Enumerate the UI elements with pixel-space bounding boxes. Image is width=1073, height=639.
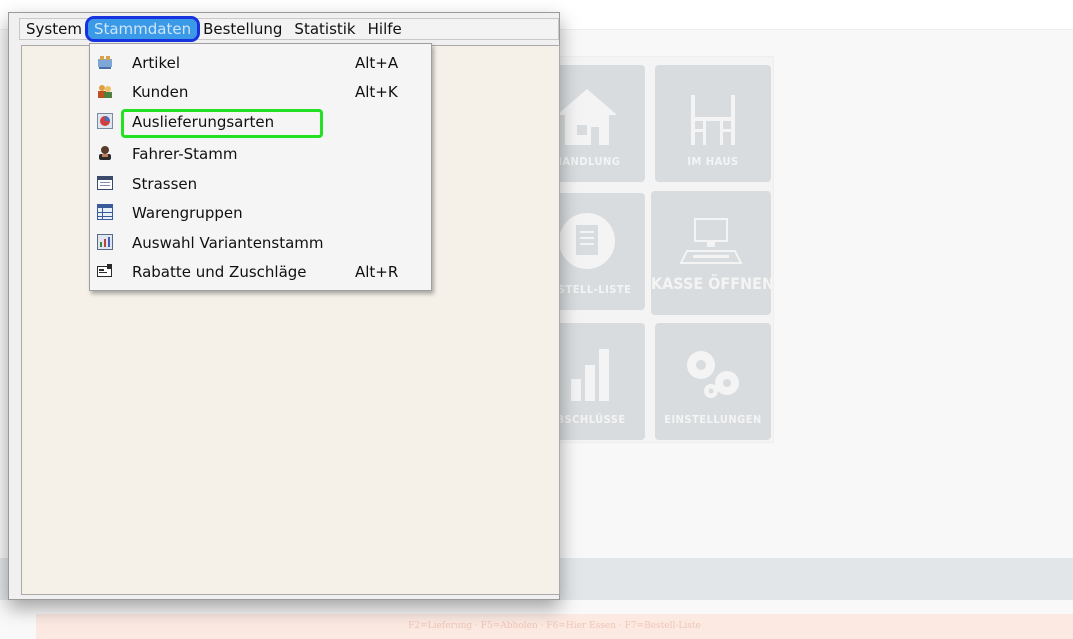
variants-icon	[97, 234, 113, 250]
menu-statistik[interactable]: Statistik	[288, 19, 361, 39]
menu-item-shortcut: Alt+R	[355, 263, 399, 281]
tile-einstellungen[interactable]: EINSTELLUNGEN	[655, 323, 771, 440]
menu-item-label: Rabatte und Zuschläge	[132, 263, 307, 281]
menu-item-warengruppen[interactable]: Warengruppen	[92, 198, 429, 228]
menu-item-fahrer-stamm[interactable]: Fahrer-Stamm	[92, 139, 429, 169]
menu-item-label: Strassen	[132, 175, 198, 193]
menu-item-label: Fahrer-Stamm	[132, 145, 238, 163]
menu-item-artikel[interactable]: Artikel Alt+A	[92, 48, 429, 78]
product-groups-icon	[97, 204, 113, 220]
articles-icon	[98, 56, 112, 69]
menu-item-auswahl-variantenstamm[interactable]: Auswahl Variantenstamm	[92, 228, 429, 258]
menu-item-rabatte-und-zuschlaege[interactable]: Rabatte und Zuschläge Alt+R	[92, 257, 429, 287]
delivery-types-icon	[97, 113, 113, 129]
tile-kasse-oeffnen[interactable]: KASSE ÖFFNEN	[651, 191, 771, 315]
pos-status-bar: F2=Lieferung · F5=Abholen · F6=Hier Esse…	[36, 614, 1073, 639]
gears-icon	[687, 351, 739, 398]
menu-item-kunden[interactable]: Kunden Alt+K	[92, 77, 429, 107]
table-chairs-icon	[691, 95, 735, 145]
menu-stammdaten[interactable]: Stammdaten	[84, 16, 201, 42]
menu-system[interactable]: System	[20, 19, 88, 39]
menu-bar: System Stammdaten Bestellung Statistik H…	[19, 16, 559, 42]
menu-item-label: Auswahl Variantenstamm	[132, 234, 324, 252]
menu-item-shortcut: Alt+K	[355, 83, 398, 101]
streets-icon	[97, 176, 113, 190]
menu-item-shortcut: Alt+A	[355, 54, 399, 72]
customers-icon	[98, 85, 112, 98]
tile-im-haus[interactable]: IM HAUS	[655, 65, 771, 182]
tile-label: KASSE ÖFFNEN	[651, 274, 771, 293]
menu-item-label: Kunden	[132, 83, 189, 101]
stammdaten-dropdown: Artikel Alt+A Kunden Alt+K Auslieferungs…	[89, 43, 432, 291]
highlight-box	[121, 109, 323, 138]
menu-item-strassen[interactable]: Strassen	[92, 169, 429, 199]
driver-icon	[99, 146, 111, 160]
menu-bestellung[interactable]: Bestellung	[197, 19, 288, 39]
cash-register-icon	[679, 218, 743, 264]
discounts-icon	[97, 264, 112, 277]
menu-item-label: Warengruppen	[132, 204, 243, 222]
tile-label: IM HAUS	[687, 155, 739, 168]
tile-label: EINSTELLUNGEN	[664, 413, 762, 426]
menu-item-label: Artikel	[132, 54, 181, 72]
menu-hilfe[interactable]: Hilfe	[362, 19, 408, 39]
